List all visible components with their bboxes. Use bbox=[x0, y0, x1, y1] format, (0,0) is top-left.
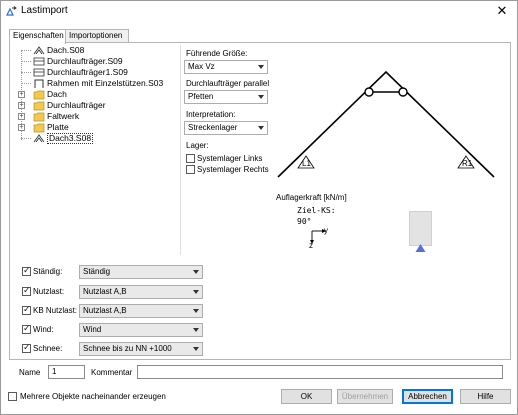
app-icon bbox=[6, 6, 17, 16]
kommentar-input[interactable] bbox=[137, 365, 503, 379]
tree-item-label: Durchlaufträger.S09 bbox=[47, 56, 123, 66]
hinge-left bbox=[364, 87, 374, 97]
lager-label: Lager: bbox=[186, 141, 209, 150]
tree-connector bbox=[21, 50, 31, 51]
tree-item-label: Rahmen mit Einzelstützen.S03 bbox=[47, 78, 164, 88]
beam-icon bbox=[33, 57, 45, 66]
lastimport-dialog: Lastimport ✕ Eigenschaften Importoptione… bbox=[0, 0, 518, 415]
axis-z-label: z bbox=[309, 241, 313, 250]
structure-tree: Dach.S08 Durchlaufträger.S09 Durchlauftr… bbox=[13, 45, 178, 245]
chevron-down-icon bbox=[193, 270, 199, 274]
expand-icon[interactable]: + bbox=[18, 91, 25, 98]
title-bar: Lastimport ✕ bbox=[1, 1, 517, 23]
uebernehmen-button[interactable]: Übernehmen bbox=[337, 389, 393, 404]
wind-checkbox[interactable] bbox=[22, 323, 31, 334]
hilfe-button[interactable]: Hilfe bbox=[460, 389, 511, 404]
tree-item-label: Platte bbox=[47, 122, 69, 132]
tab-eigenschaften[interactable]: Eigenschaften bbox=[9, 29, 66, 44]
chevron-down-icon bbox=[258, 126, 264, 130]
folder-icon bbox=[33, 101, 45, 111]
support-left-label: L1 bbox=[302, 159, 311, 168]
wind-value: Wind bbox=[83, 325, 102, 334]
window-title: Lastimport bbox=[21, 5, 68, 16]
kb-nutzlast-label: KB Nutzlast: bbox=[33, 306, 78, 315]
chevron-down-icon bbox=[258, 65, 264, 69]
expand-icon[interactable]: + bbox=[18, 113, 25, 120]
wind-label: Wind: bbox=[33, 325, 54, 334]
frame-icon bbox=[34, 79, 44, 88]
tree-item-label: Dach3.S08 bbox=[47, 133, 94, 144]
fuehrende-value: Max Vz bbox=[188, 62, 215, 71]
nutzlast-select[interactable]: Nutzlast A,B bbox=[79, 285, 203, 299]
kb-nutzlast-checkbox[interactable] bbox=[22, 304, 31, 315]
expand-icon[interactable]: + bbox=[18, 102, 25, 109]
tree-connector bbox=[21, 61, 31, 62]
parallel-value: Pfetten bbox=[188, 92, 214, 101]
beam-icon bbox=[33, 68, 45, 77]
support-marker-icon bbox=[415, 244, 426, 252]
tree-connector bbox=[21, 72, 31, 73]
tree-item-label: Dach bbox=[47, 89, 67, 99]
structure-icon bbox=[33, 46, 45, 55]
chevron-down-icon bbox=[258, 95, 264, 99]
expand-icon[interactable]: + bbox=[18, 124, 25, 131]
staendig-value: Ständig bbox=[83, 267, 111, 276]
interpretation-value: Streckenlager bbox=[188, 123, 238, 132]
tree-connector bbox=[21, 83, 31, 84]
folder-icon bbox=[33, 123, 45, 133]
support-right-label: R1 bbox=[462, 159, 473, 168]
ok-button[interactable]: OK bbox=[281, 389, 332, 404]
tree-connector bbox=[21, 138, 31, 139]
nutzlast-label: Nutzlast: bbox=[33, 287, 65, 296]
tree-item-label: Faltwerk bbox=[47, 111, 80, 121]
schnee-value: Schnee bis zu NN +1000 bbox=[83, 344, 172, 353]
auflagerkraft-label: Auflagerkraft [kN/m] bbox=[276, 193, 347, 202]
staendig-label: Ständig: bbox=[33, 267, 63, 276]
schnee-checkbox[interactable] bbox=[22, 342, 31, 353]
kb-nutzlast-select[interactable]: Nutzlast A,B bbox=[79, 304, 203, 318]
schnee-select[interactable]: Schnee bis zu NN +1000 bbox=[79, 342, 203, 356]
ziel-ks-label: Ziel-KS: bbox=[297, 206, 336, 215]
tab-importoptionen[interactable]: Importoptionen bbox=[65, 29, 129, 43]
staendig-checkbox[interactable] bbox=[22, 265, 31, 276]
folder-icon bbox=[33, 112, 45, 122]
folder-icon bbox=[33, 90, 45, 100]
tree-item-label: Durchlaufträger bbox=[47, 100, 106, 110]
staendig-select[interactable]: Ständig bbox=[79, 265, 203, 279]
lager-links-label: Systemlager Links bbox=[197, 154, 263, 163]
interpretation-label: Interpretation: bbox=[186, 110, 236, 119]
parallel-label: Durchlaufträger parallel bbox=[186, 79, 270, 88]
lager-links-checkbox[interactable] bbox=[186, 154, 195, 163]
nutzlast-checkbox[interactable] bbox=[22, 285, 31, 296]
tree-item-label: Dach.S08 bbox=[47, 45, 85, 55]
parallel-select[interactable]: Pfetten bbox=[184, 90, 268, 104]
fuehrende-select[interactable]: Max Vz bbox=[184, 60, 268, 74]
structure-icon bbox=[33, 134, 45, 143]
mehrere-objekte-checkbox[interactable] bbox=[8, 392, 17, 401]
chevron-down-icon bbox=[193, 309, 199, 313]
lager-rechts-label: Systemlager Rechts bbox=[197, 165, 269, 174]
panel-divider bbox=[180, 45, 181, 255]
kommentar-label: Kommentar bbox=[91, 368, 133, 377]
kb-nutzlast-value: Nutzlast A,B bbox=[83, 306, 127, 315]
chevron-down-icon bbox=[193, 347, 199, 351]
schnee-label: Schnee: bbox=[33, 344, 63, 353]
chevron-down-icon bbox=[193, 290, 199, 294]
fuehrende-label: Führende Größe: bbox=[186, 49, 248, 58]
wind-select[interactable]: Wind bbox=[79, 323, 203, 337]
chevron-down-icon bbox=[193, 328, 199, 332]
tree-item-label: Durchlaufträger1.S09 bbox=[47, 67, 128, 77]
hinge-right bbox=[398, 87, 408, 97]
axis-y-label: y bbox=[324, 226, 328, 235]
abbrechen-button[interactable]: Abbrechen bbox=[402, 389, 453, 404]
mehrere-objekte-label: Mehrere Objekte nacheinander erzeugen bbox=[20, 392, 166, 401]
interpretation-select[interactable]: Streckenlager bbox=[184, 121, 268, 135]
name-input[interactable]: 1 bbox=[48, 365, 85, 379]
close-icon[interactable]: ✕ bbox=[494, 3, 510, 19]
name-label: Name bbox=[19, 368, 41, 377]
nutzlast-value: Nutzlast A,B bbox=[83, 287, 127, 296]
load-preview-box bbox=[409, 211, 432, 246]
lager-rechts-checkbox[interactable] bbox=[186, 165, 195, 174]
